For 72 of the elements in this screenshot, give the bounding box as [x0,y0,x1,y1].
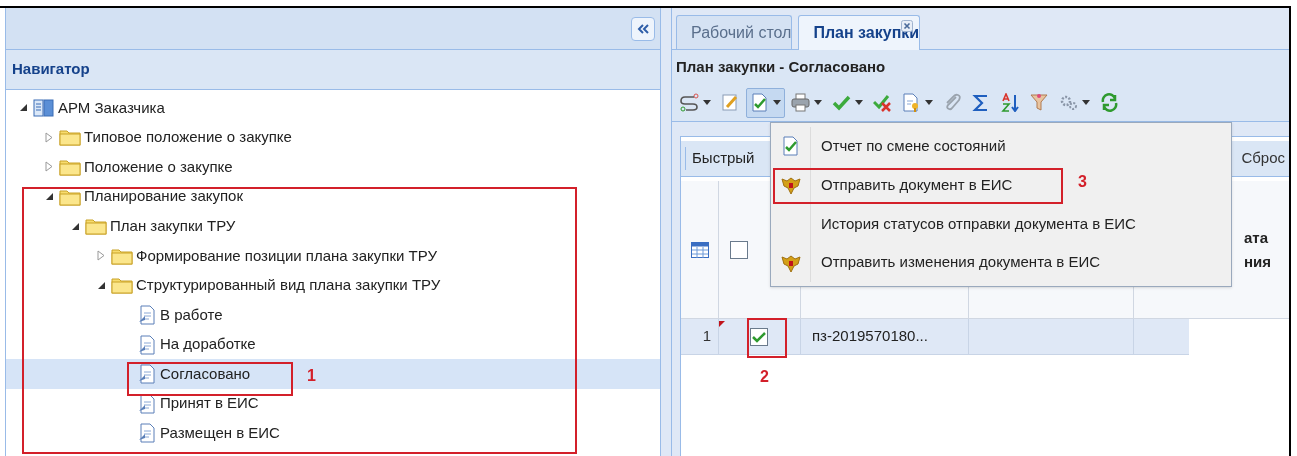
tree-item[interactable]: Формирование позиции плана закупки ТРУ [136,244,437,267]
tree-item[interactable]: План закупки ТРУ [110,214,236,238]
tree-item[interactable]: Типовое положение о закупке [84,126,292,149]
refresh-icon [1100,93,1119,112]
filter-label: Быстрый [685,147,755,170]
tree-item[interactable]: В работе [160,303,223,327]
checkmark-icon [832,93,851,112]
calendar-icon[interactable] [690,241,709,258]
caret-icon [1082,100,1090,105]
funnel-icon [1030,93,1049,112]
panel-title: Навигатор [12,59,90,80]
collapsed-arrow-icon[interactable] [45,131,53,143]
folder-icon [59,128,81,147]
book-icon [33,98,55,117]
caret-icon [855,100,863,105]
folder-icon [59,187,81,206]
expanded-arrow-icon[interactable] [19,103,28,113]
document-icon [137,423,157,444]
check-cross-icon [873,93,892,112]
tab[interactable]: Рабочий стол [676,15,793,49]
eagle-emblem-icon [780,175,801,196]
collapse-button[interactable] [631,16,655,41]
tree-item[interactable]: На доработке [160,333,256,356]
folder-icon [111,246,133,265]
reset-label: Сброс [1241,148,1285,169]
tree-item[interactable]: Размещен в ЕИС [160,422,280,445]
caret-icon [814,100,822,105]
paperclip-icon [943,93,962,112]
tree-item[interactable]: Планирование закупок [84,185,244,208]
sort-icon [1001,93,1020,112]
collapsed-arrow-icon[interactable] [45,161,53,173]
collapsed-arrow-icon[interactable] [97,250,105,262]
document-key-icon [902,93,921,112]
tree-item[interactable]: Согласовано [160,362,251,386]
document-icon [137,334,157,355]
annotation-number: 2 [760,369,769,385]
annotation-number: 1 [307,368,316,384]
tree-item[interactable]: Положение о закупке [84,155,233,179]
tree-item[interactable]: Принят в ЕИС [160,392,259,415]
menu-item[interactable]: Отчет по смене состояний [771,127,1231,166]
double-chevron-icon [637,23,649,34]
expanded-arrow-icon[interactable] [97,280,106,290]
expanded-arrow-icon[interactable] [71,221,80,231]
panel-title: План закупки - Согласовано [676,56,886,77]
menu-item[interactable]: История статусов отправки документа в ЕИС [771,204,1231,244]
column-header: ата ния [1244,227,1272,272]
expanded-arrow-icon[interactable] [45,192,54,202]
row-number: 1 [702,326,711,347]
caret-icon [703,100,711,105]
document-icon [137,304,157,325]
caret-icon [925,100,933,105]
route-icon [680,93,699,112]
edit-document-icon [721,93,740,112]
tree-item[interactable]: Структурированный вид плана закупки ТРУ [136,274,441,297]
toolbar-button[interactable] [746,87,785,118]
annotation-number: 3 [1078,174,1087,190]
header-checkbox[interactable] [730,240,748,259]
row-checkbox[interactable] [750,327,768,346]
folder-icon [85,217,107,236]
menu-item[interactable]: Отправить изменения документа в ЕИС [771,243,1231,282]
printer-icon [791,93,810,112]
check-icon [752,330,766,343]
document-icon [137,364,157,385]
folder-icon [111,276,133,295]
caret-icon [773,100,781,105]
checked-document-icon [750,93,769,112]
folder-icon [59,158,81,176]
tree-item[interactable]: АРМ Заказчика [58,96,165,120]
annotation-box [747,318,787,358]
checked-document-icon [780,136,801,157]
table-cell-text: пз-2019570180... [812,326,928,347]
gears-icon [1059,93,1078,112]
